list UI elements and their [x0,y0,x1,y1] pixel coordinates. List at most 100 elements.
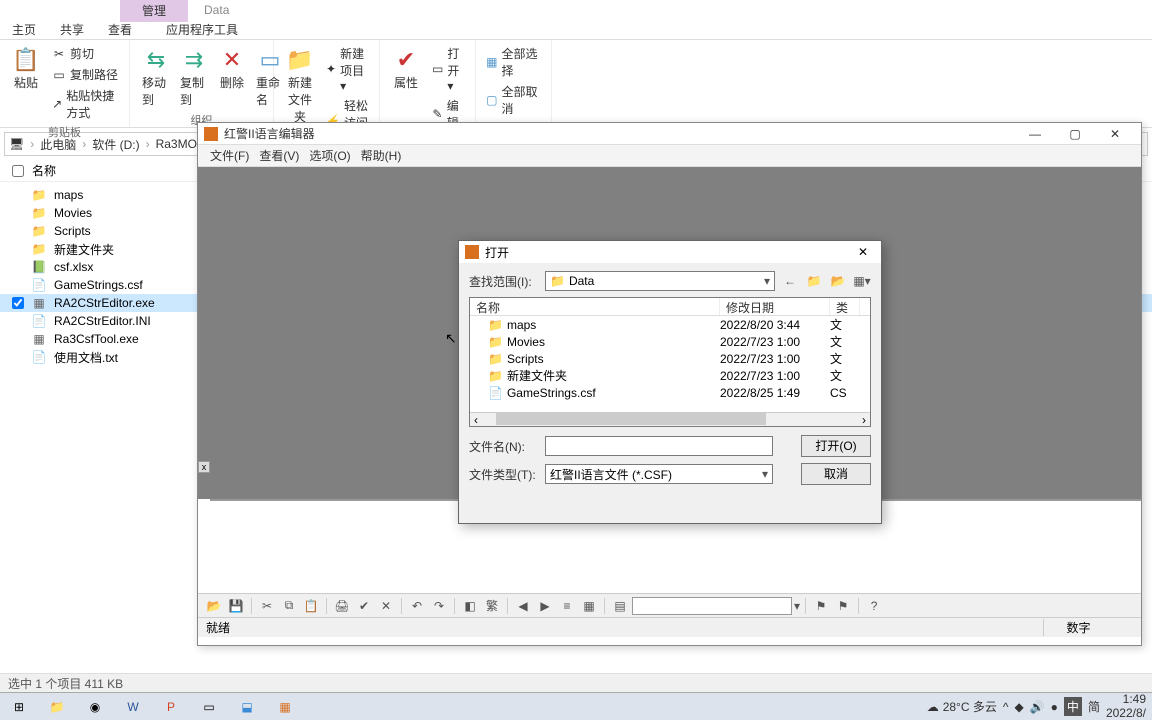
tb-table-icon[interactable]: ▤ [610,596,630,616]
taskbar-taskview-icon[interactable]: ▭ [190,693,228,721]
tab-data[interactable]: Data [188,0,245,20]
column-name[interactable]: 名称 [32,162,56,179]
dlg-col-type[interactable]: 类 [830,298,860,315]
subtab-app-tools[interactable]: 应用程序工具 [154,18,250,41]
scroll-left-icon[interactable]: ‹ [470,413,482,426]
back-button[interactable]: ← [781,272,799,290]
editor-titlebar[interactable]: 红警II语言编辑器 — ▢ ✕ [198,123,1141,145]
weather-widget[interactable]: ☁ 28°C 多云 [927,698,997,715]
tray-icon-3[interactable]: ● [1051,700,1058,714]
dialog-file-row[interactable]: 📁Movies2022/7/23 1:00文 [470,333,870,350]
sidebar-toggle[interactable]: x [198,461,210,473]
cut-button[interactable]: ✂剪切 [50,44,121,63]
tb-flag2-icon[interactable]: ⚑ [833,596,853,616]
filetype-combo[interactable]: 红警II语言文件 (*.CSF) ▾ [545,464,773,484]
dialog-hscrollbar[interactable]: ‹ › [470,412,870,426]
select-all-checkbox[interactable] [12,165,24,177]
select-none-button[interactable]: ▢全部取消 [484,82,543,118]
subtab-view[interactable]: 查看 [96,18,144,41]
tb-save-icon[interactable]: 💾 [226,596,246,616]
tb-open-icon[interactable]: 📂 [204,596,224,616]
tb-paste-icon[interactable]: 📋 [301,596,321,616]
dialog-titlebar[interactable]: 打开 ✕ [459,241,881,263]
breadcrumb-folder[interactable]: Ra3MO [156,137,197,151]
taskbar-chrome-icon[interactable]: ◉ [76,693,114,721]
copy-to-button[interactable]: ⇉复制到 [176,44,212,110]
menu-file[interactable]: 文件(F) [206,145,253,166]
taskbar-editor-icon[interactable]: ▦ [266,693,304,721]
tb-outdent-icon[interactable]: ◀ [513,596,533,616]
dlg-col-date[interactable]: 修改日期 [720,298,830,315]
up-button[interactable]: 📁 [805,272,823,290]
breadcrumb-pc[interactable]: 此电脑 [40,136,76,153]
minimize-button[interactable]: — [1015,124,1055,144]
tb-left-icon[interactable]: ≡ [557,596,577,616]
menu-help[interactable]: 帮助(H) [357,145,406,166]
copy-icon: ⇉ [180,46,208,74]
breadcrumb-drive[interactable]: 软件 (D:) [92,136,139,153]
new-item-button[interactable]: ✦新建项目 ▾ [324,44,371,94]
dialog-file-row[interactable]: 📄GameStrings.csf2022/8/25 1:49CS [470,384,870,401]
tb-flag1-icon[interactable]: ⚑ [811,596,831,616]
copy-path-button[interactable]: ▭复制路径 [50,65,121,84]
tb-help-icon[interactable]: ? [864,596,884,616]
close-button[interactable]: ✕ [1095,124,1135,144]
tb-toggle-icon[interactable]: ◧ [460,596,480,616]
ime-indicator[interactable]: 中 [1064,697,1082,716]
lang-indicator[interactable]: 简 [1088,698,1100,715]
folder-icon: 📁 [550,274,565,288]
chevron-down-icon: ▾ [762,467,768,481]
select-all-button[interactable]: ▦全部选择 [484,44,543,80]
menu-view[interactable]: 查看(V) [255,145,303,166]
tb-copy-icon[interactable]: ⧉ [279,596,299,616]
scroll-right-icon[interactable]: › [858,413,870,426]
tray-icon-2[interactable]: 🔊 [1030,700,1045,714]
dialog-file-row[interactable]: 📁maps2022/8/20 3:44文 [470,316,870,333]
menu-options[interactable]: 选项(O) [305,145,354,166]
open-confirm-button[interactable]: 打开(O) [801,435,871,457]
delete-icon: ✕ [218,46,246,74]
taskbar-word-icon[interactable]: W [114,693,152,721]
subtab-home[interactable]: 主页 [0,18,48,41]
item-checkbox[interactable] [12,297,24,309]
dialog-file-row[interactable]: 📁新建文件夹2022/7/23 1:00文 [470,367,870,384]
ribbon: 📋 粘贴 ✂剪切 ▭复制路径 ↗粘贴快捷方式 剪贴板 ⇆移动到 ⇉复制到 ✕删除… [0,40,1152,128]
tray-icon-1[interactable]: ◆ [1014,700,1023,714]
filename-input[interactable] [545,436,773,456]
paste-shortcut-button[interactable]: ↗粘贴快捷方式 [50,86,121,122]
scroll-thumb[interactable] [496,413,766,425]
new-folder-button[interactable]: 📂 [829,272,847,290]
dialog-list-header: 名称 修改日期 类 [470,298,870,316]
start-button[interactable]: ⊞ [0,693,38,721]
tb-undo-icon[interactable]: ↶ [407,596,427,616]
tray-up-icon[interactable]: ^ [1003,700,1009,714]
maximize-button[interactable]: ▢ [1055,124,1095,144]
tb-delete-icon[interactable]: ✕ [376,596,396,616]
folder-icon: 📁 [32,224,46,238]
tb-grid-icon[interactable]: ▦ [579,596,599,616]
tb-redo-icon[interactable]: ↷ [429,596,449,616]
tb-cut-icon[interactable]: ✂ [257,596,277,616]
delete-button[interactable]: ✕删除 [214,44,250,110]
cancel-button[interactable]: 取消 [801,463,871,485]
tb-combo[interactable] [632,597,792,615]
tb-check-icon[interactable]: ✔ [354,596,374,616]
taskbar-ppt-icon[interactable]: P [152,693,190,721]
look-in-combo[interactable]: 📁 Data ▾ [545,271,775,291]
subtab-share[interactable]: 共享 [48,18,96,41]
taskbar-clock[interactable]: 1:49 2022/8/ [1106,693,1146,719]
tb-indent-icon[interactable]: ▶ [535,596,555,616]
move-to-button[interactable]: ⇆移动到 [138,44,174,110]
view-menu-button[interactable]: ▦▾ [853,272,871,290]
explorer-status: 选中 1 个项目 411 KB [0,673,1152,693]
tb-fan-button[interactable]: 繁 [482,596,502,616]
taskbar-vscode-icon[interactable]: ⬓ [228,693,266,721]
dlg-col-name[interactable]: 名称 [470,298,720,315]
taskbar-explorer-icon[interactable]: 📁 [38,693,76,721]
open-button[interactable]: ▭打开 ▾ [430,44,467,94]
dialog-file-row[interactable]: 📁Scripts2022/7/23 1:00文 [470,350,870,367]
paste-button[interactable]: 📋 粘贴 [8,44,44,122]
editor-title: 红警II语言编辑器 [224,125,1015,142]
dialog-close-button[interactable]: ✕ [851,245,875,259]
tb-print-icon[interactable]: 🖨 [332,596,352,616]
